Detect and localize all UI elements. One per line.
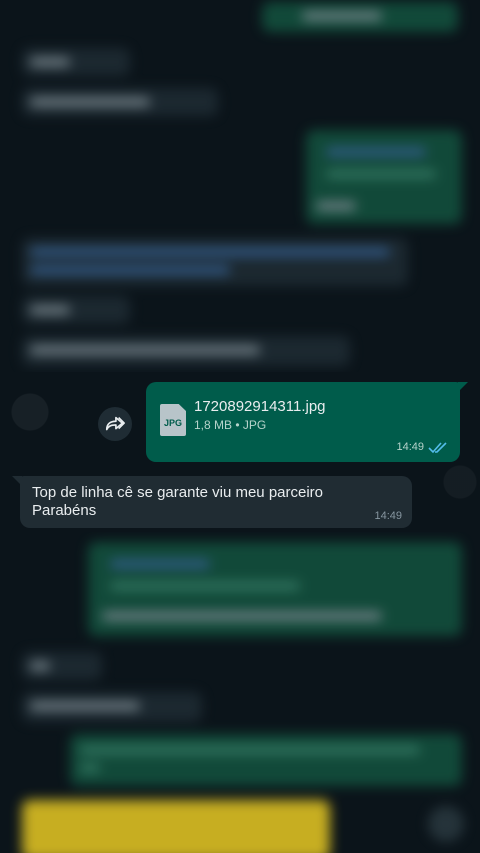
message-timestamp: 14:49 [374,510,402,522]
document-message-bubble[interactable]: JPG 1720892914311.jpg 1,8 MB • JPG 14:49 [146,382,468,462]
file-extension-label: JPG [163,418,182,428]
forward-button[interactable] [98,407,132,441]
chat-screen: JPG 1720892914311.jpg 1,8 MB • JPG 14:49… [0,0,480,853]
message-text: Top de linha cê se garante viu meu parce… [32,484,324,519]
incoming-message-bubble[interactable]: Top de linha cê se garante viu meu parce… [12,476,412,528]
file-size-type: 1,8 MB • JPG [194,418,267,432]
message-timestamp: 14:49 [396,441,424,453]
double-check-read-icon [428,442,447,454]
forward-arrow-icon [105,416,125,431]
file-name: 1720892914311.jpg [194,398,326,415]
